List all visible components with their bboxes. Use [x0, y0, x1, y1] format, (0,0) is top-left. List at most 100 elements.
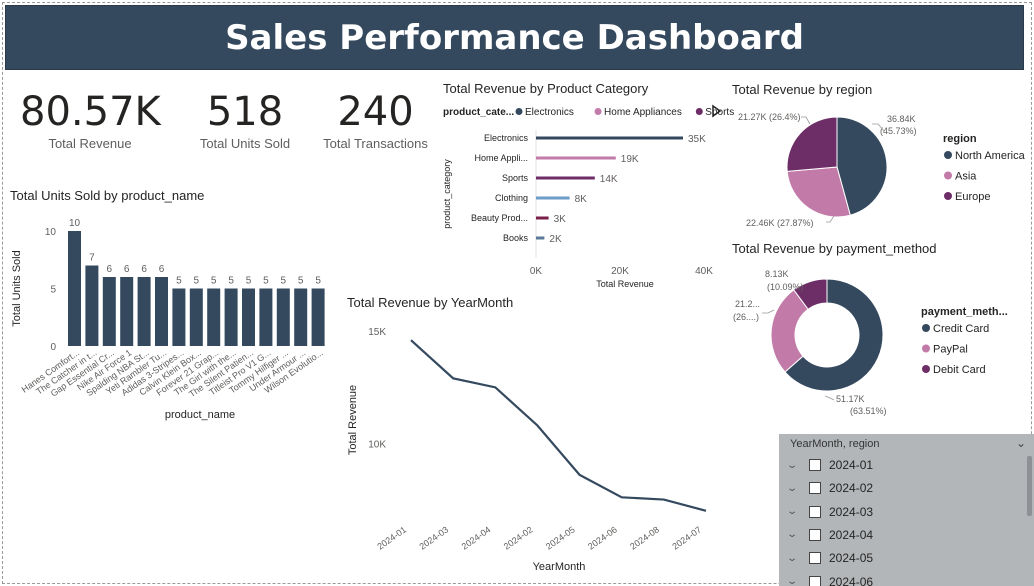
- data-label: 5: [263, 276, 269, 287]
- data-label: 6: [107, 264, 113, 275]
- legend-title: payment_meth...: [921, 306, 1008, 318]
- legend-marker: [944, 171, 952, 180]
- x-tick-label: 2024-06: [586, 524, 619, 551]
- bar: [120, 277, 134, 346]
- bar: [68, 231, 81, 346]
- slicer-item-2024-01[interactable]: ⌄ 2024-01: [786, 455, 874, 475]
- bar: [207, 288, 221, 346]
- data-label: 5: [228, 276, 234, 287]
- yearmonth-region-slicer[interactable]: YearMonth, region ⌄ ⌄ 2024-01 ⌄ 2024-02 ⌄ 202…: [779, 434, 1034, 586]
- x-axis-label: Total Revenue: [596, 279, 654, 289]
- x-tick-label: 2024-07: [670, 524, 703, 551]
- slicer-item-2024-02[interactable]: ⌄ 2024-02: [786, 478, 874, 498]
- leader-line: [824, 395, 835, 401]
- legend-marker: [944, 192, 952, 200]
- slicer-item-2024-06[interactable]: ⌄ 2024-06: [786, 572, 874, 586]
- legend-marker: [944, 151, 952, 159]
- y-tick-label: Beauty Prod...: [471, 213, 528, 223]
- slicer-item-label: 2024-01: [829, 458, 874, 472]
- bar: [536, 196, 570, 200]
- legend-marker: [922, 324, 930, 332]
- chevron-down-icon[interactable]: ⌄: [786, 553, 806, 564]
- y-tick-label: 15K: [368, 327, 386, 338]
- chevron-down-icon[interactable]: ⌄: [786, 576, 806, 586]
- bar: [137, 277, 151, 346]
- data-label: 21.27K (26.4%): [738, 112, 801, 122]
- chevron-down-icon[interactable]: ⌄: [786, 506, 806, 517]
- legend-item: Europe: [955, 191, 990, 203]
- checkbox[interactable]: [809, 575, 821, 586]
- y-tick-label: Home Appli...: [474, 153, 528, 163]
- slicer-header: YearMonth, region: [790, 438, 880, 450]
- checkbox[interactable]: [809, 552, 821, 565]
- data-label: 36.84K: [887, 114, 916, 124]
- x-axis-label: YearMonth: [533, 561, 586, 573]
- bar: [311, 288, 325, 346]
- y-tick-label: Clothing: [495, 193, 528, 203]
- legend-item: PayPal: [933, 344, 968, 356]
- data-label: 5: [246, 276, 252, 287]
- legend-title: region: [943, 133, 977, 145]
- checkbox[interactable]: [809, 528, 821, 541]
- legend-marker: [594, 108, 602, 115]
- x-tick-label: 20K: [611, 266, 629, 277]
- x-tick-label: 0K: [530, 266, 543, 277]
- slicer-scrollbar[interactable]: [1027, 456, 1032, 516]
- legend-item: Credit Card: [933, 323, 989, 335]
- slicer-item-label: 2024-05: [829, 551, 874, 566]
- data-label: 8.13K: [765, 269, 789, 279]
- x-tick-label: 40K: [695, 266, 713, 277]
- x-axis-label: product_name: [165, 409, 235, 421]
- bar: [294, 288, 308, 346]
- x-tick-label: 2024-03: [417, 524, 450, 551]
- bar: [155, 277, 168, 346]
- data-label: 51.17K: [836, 394, 865, 404]
- y-tick-label: Books: [503, 233, 529, 243]
- x-tick-label: 2024-08: [628, 524, 661, 551]
- slicer-item-2024-03[interactable]: ⌄ 2024-03: [786, 502, 873, 522]
- legend-marker: [695, 108, 703, 115]
- y-tick-label: Sports: [502, 173, 529, 183]
- data-label: 6: [159, 264, 165, 275]
- data-label: 5: [211, 276, 217, 287]
- data-label: 22.46K (27.87%): [746, 218, 814, 228]
- slicer-item-2024-05[interactable]: ⌄ 2024-05: [786, 548, 874, 568]
- bar: [189, 288, 203, 346]
- y-axis-label: product_category: [442, 159, 452, 229]
- data-label: 2K: [549, 234, 562, 245]
- legend-title: product_cate...: [443, 107, 514, 118]
- data-label: (45.73%): [880, 126, 917, 136]
- bar: [536, 236, 545, 240]
- y-axis-label: Total Units Sold: [11, 250, 23, 326]
- data-label: 5: [281, 276, 287, 287]
- chevron-down-icon[interactable]: ⌄: [786, 460, 806, 471]
- slicer-item-label: 2024-06: [829, 574, 874, 586]
- data-label: 19K: [621, 154, 639, 165]
- data-label: 6: [141, 264, 147, 275]
- bar: [242, 288, 255, 346]
- checkbox[interactable]: [809, 482, 821, 495]
- legend-item: Debit Card: [933, 364, 986, 376]
- data-label: 8K: [575, 194, 588, 205]
- slicer-item-label: 2024-02: [829, 481, 874, 496]
- checkbox[interactable]: [809, 459, 821, 471]
- data-label: 5: [194, 276, 200, 287]
- leader-line: [762, 309, 775, 314]
- y-axis-label: Total Revenue: [347, 385, 359, 455]
- bar: [276, 288, 290, 346]
- data-label: 7: [89, 253, 95, 264]
- checkbox[interactable]: [809, 505, 821, 518]
- legend-item: Sports: [705, 107, 734, 118]
- x-tick-label: 2024-04: [460, 524, 493, 551]
- chevron-down-icon[interactable]: ⌄: [786, 529, 806, 540]
- y-tick-label: 10K: [368, 439, 386, 450]
- y-tick-label: 10: [45, 227, 57, 238]
- data-label: 3K: [554, 214, 567, 225]
- legend-item: North America: [955, 150, 1026, 162]
- y-tick-label: 5: [50, 285, 56, 296]
- bar: [536, 136, 683, 140]
- legend-item: Electronics: [525, 107, 574, 118]
- chevron-down-icon[interactable]: ⌄: [786, 483, 806, 494]
- slicer-item-2024-04[interactable]: ⌄ 2024-04: [786, 525, 873, 545]
- chevron-down-icon[interactable]: ⌄: [1016, 436, 1026, 450]
